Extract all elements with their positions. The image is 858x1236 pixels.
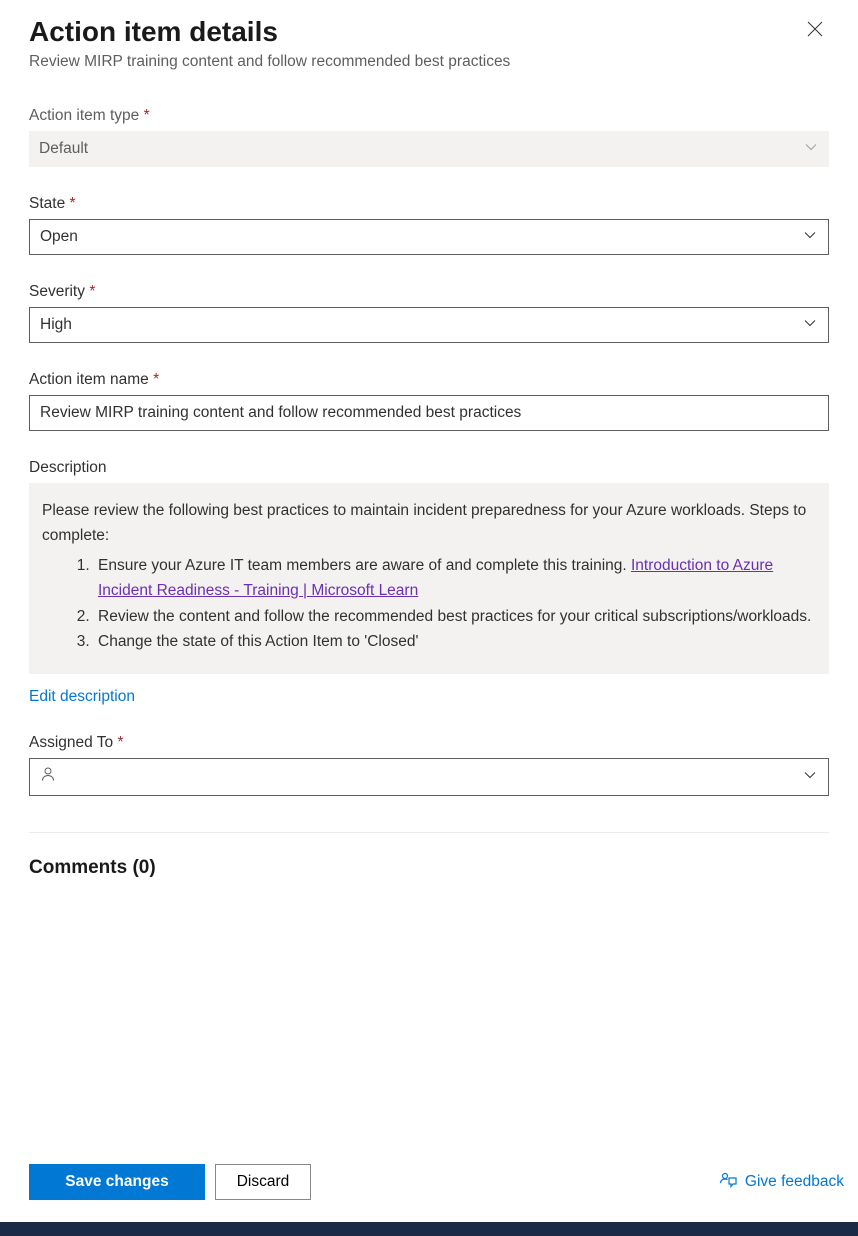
field-type: Action item type * Default <box>29 107 829 167</box>
chevron-down-icon <box>804 768 816 786</box>
required-indicator: * <box>117 734 123 751</box>
description-steps: Ensure your Azure IT team members are aw… <box>42 553 816 655</box>
feedback-label: Give feedback <box>745 1173 844 1191</box>
assigned-select[interactable] <box>29 758 829 796</box>
field-severity: Severity * High <box>29 283 829 343</box>
field-description: Description Please review the following … <box>29 459 829 706</box>
person-icon <box>40 766 56 787</box>
discard-button[interactable]: Discard <box>215 1164 311 1200</box>
description-step-2: Review the content and follow the recomm… <box>94 604 816 630</box>
state-value: Open <box>40 228 78 246</box>
edit-description-button[interactable]: Edit description <box>29 688 135 706</box>
name-label: Action item name * <box>29 371 829 389</box>
required-indicator: * <box>144 107 150 124</box>
field-assigned: Assigned To * <box>29 734 829 796</box>
panel-header: Action item details Review MIRP training… <box>29 15 829 107</box>
name-input[interactable] <box>29 395 829 431</box>
field-name: Action item name * <box>29 371 829 431</box>
description-step-1: Ensure your Azure IT team members are aw… <box>94 553 816 604</box>
feedback-button[interactable]: Give feedback <box>719 1167 844 1198</box>
comments-header: Comments (0) <box>29 857 829 879</box>
chevron-down-icon <box>804 316 816 334</box>
chevron-down-icon <box>805 140 817 158</box>
scroll-area: Action item details Review MIRP training… <box>29 15 829 1136</box>
type-label: Action item type * <box>29 107 829 125</box>
page-bottom-border <box>0 1222 858 1236</box>
description-label: Description <box>29 459 829 477</box>
type-value: Default <box>39 140 88 158</box>
section-divider <box>29 832 829 833</box>
state-select[interactable]: Open <box>29 219 829 255</box>
severity-label: Severity * <box>29 283 829 301</box>
type-select: Default <box>29 131 829 167</box>
close-icon <box>807 25 823 40</box>
save-button[interactable]: Save changes <box>29 1164 205 1200</box>
feedback-icon <box>719 1171 737 1194</box>
panel-footer: Save changes Discard Give feedback <box>0 1142 858 1222</box>
field-state: State * Open <box>29 195 829 255</box>
panel-title: Action item details <box>29 15 510 49</box>
assigned-label: Assigned To * <box>29 734 829 752</box>
state-label: State * <box>29 195 829 213</box>
close-button[interactable] <box>801 15 829 46</box>
description-content: Please review the following best practic… <box>29 483 829 674</box>
action-item-details-panel: Action item details Review MIRP training… <box>0 0 858 1236</box>
severity-value: High <box>40 316 72 334</box>
required-indicator: * <box>89 283 95 300</box>
description-intro: Please review the following best practic… <box>42 498 816 549</box>
panel-subtitle: Review MIRP training content and follow … <box>29 53 510 71</box>
required-indicator: * <box>70 195 76 212</box>
required-indicator: * <box>153 371 159 388</box>
description-step-3: Change the state of this Action Item to … <box>94 629 816 655</box>
chevron-down-icon <box>804 228 816 246</box>
severity-select[interactable]: High <box>29 307 829 343</box>
